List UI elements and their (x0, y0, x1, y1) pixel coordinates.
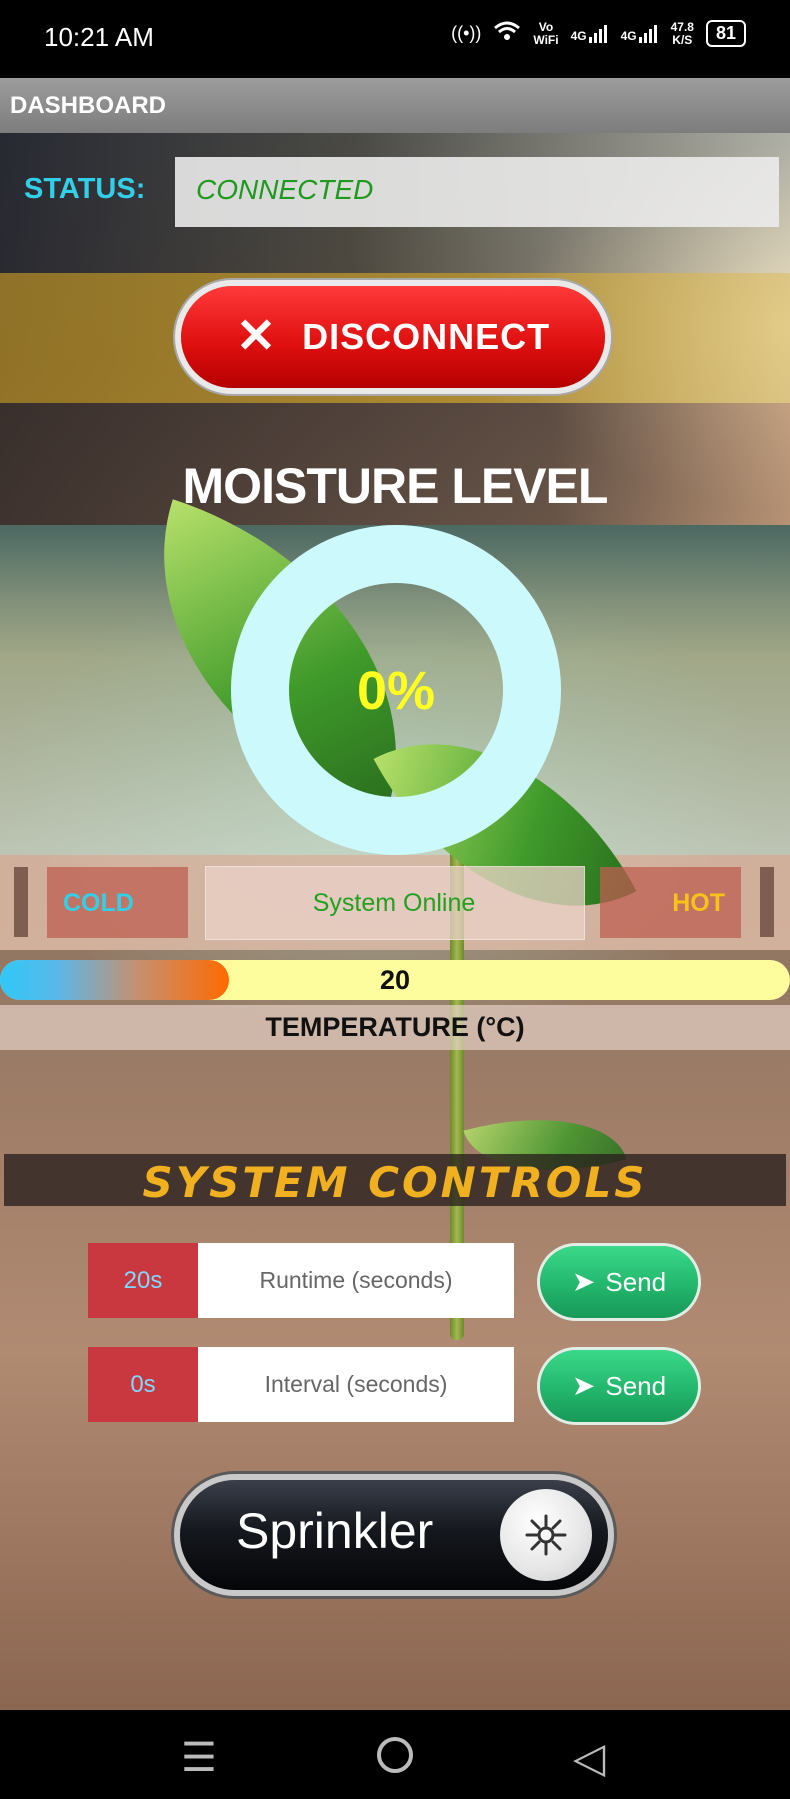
system-status-text: System Online (312, 889, 476, 917)
hotspot-icon: ((•)) (451, 23, 482, 43)
sprinkler-icon[interactable] (500, 1489, 592, 1581)
runtime-value: 20s (88, 1243, 198, 1318)
battery-icon: 81 (705, 20, 746, 47)
cold-label: COLD (63, 889, 134, 917)
clock: 10:21 AM (44, 22, 154, 52)
disconnect-label: DISCONNECT (302, 316, 551, 357)
send-icon: ➤ (571, 1370, 596, 1401)
status-label: STATUS: (24, 173, 146, 205)
back-icon[interactable]: ◁ (573, 1733, 605, 1782)
temperature-value: 20 (379, 965, 411, 995)
close-icon: ✕ (235, 310, 277, 363)
network-type-label: 4G (620, 28, 637, 43)
system-controls-title: SYSTEM CONTROLS (142, 1158, 648, 1207)
home-icon[interactable] (377, 1737, 413, 1773)
send-runtime-button[interactable]: ➤ Send (540, 1246, 698, 1318)
moisture-value: 0% (356, 661, 436, 721)
send-label: Send (605, 1266, 667, 1297)
signal-icon (638, 24, 657, 43)
sprinkler-label: Sprinkler (236, 1503, 434, 1559)
send-label: Send (605, 1370, 667, 1401)
network-type-label: 4G (570, 28, 587, 43)
status-icons: ((•)) Vo WiFi 4G 4G 47.8 K/S 81 (451, 20, 746, 47)
connection-status-value: CONNECTED (196, 174, 374, 205)
temperature-caption: TEMPERATURE (°C) (265, 1012, 525, 1042)
vowifi-label: Vo WiFi (533, 19, 559, 47)
wifi-icon (493, 20, 521, 47)
menu-icon[interactable]: ☰ (181, 1735, 217, 1781)
send-icon: ➤ (571, 1266, 596, 1297)
temperature-band-edge (14, 867, 28, 937)
temperature-band-edge (760, 867, 774, 937)
signal-4g-2: 4G (620, 24, 659, 43)
page-title: DASHBOARD (10, 92, 166, 119)
signal-4g-1: 4G (570, 24, 609, 43)
send-interval-button[interactable]: ➤ Send (540, 1350, 698, 1422)
disconnect-button[interactable]: ✕ DISCONNECT (181, 286, 605, 388)
signal-icon (588, 24, 607, 43)
moisture-title: MOISTURE LEVEL (182, 458, 609, 514)
runtime-input[interactable]: Runtime (seconds) (198, 1243, 514, 1318)
network-speed: 47.8 K/S (670, 19, 694, 47)
interval-value: 0s (88, 1347, 198, 1422)
interval-input[interactable]: Interval (seconds) (198, 1347, 514, 1422)
hot-label: HOT (672, 889, 725, 917)
